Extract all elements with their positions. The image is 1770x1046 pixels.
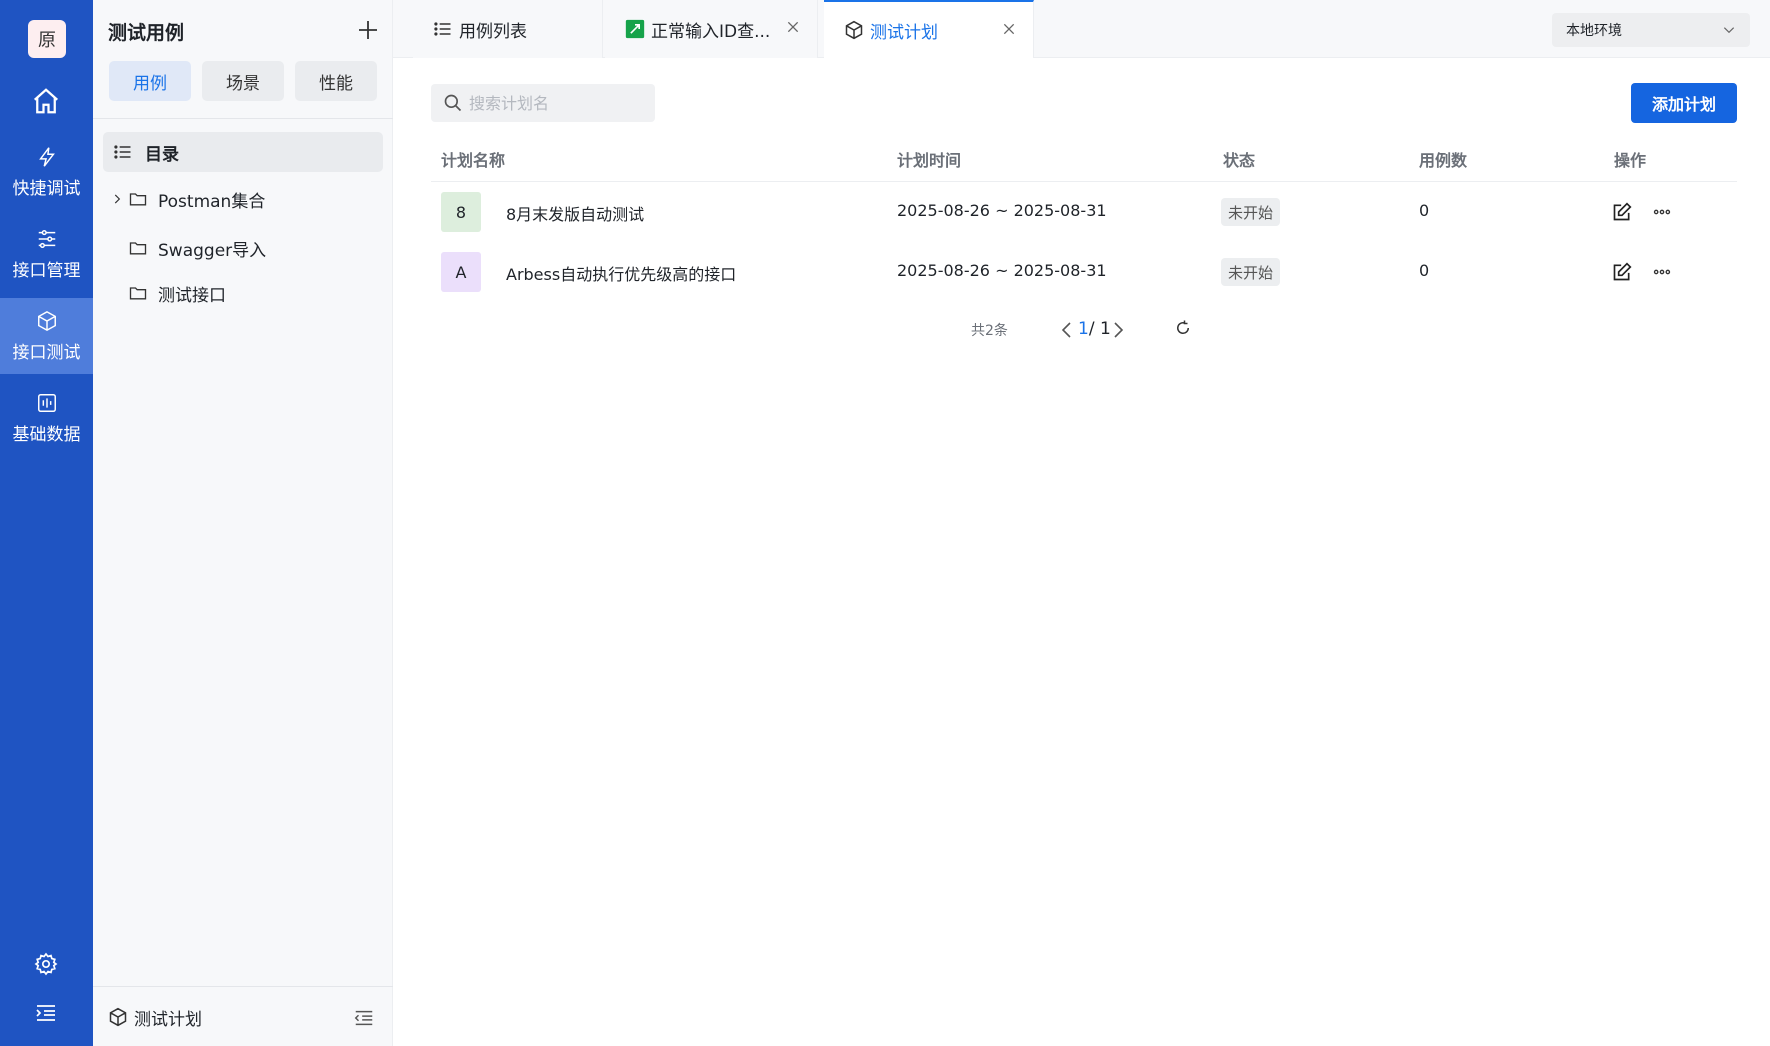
panel-footer-divider <box>93 986 393 987</box>
segment-cases[interactable]: 用例 <box>109 61 191 101</box>
plan-time: 2025-08-26 ~ 2025-08-31 <box>897 261 1107 280</box>
close-icon[interactable] <box>1001 21 1017 37</box>
pagination-total-pages: / 1 <box>1088 319 1111 339</box>
data-icon <box>37 393 56 412</box>
list-icon <box>114 145 131 159</box>
api-icon <box>625 19 645 39</box>
search-box[interactable] <box>431 84 655 122</box>
nav-item-quick-debug[interactable]: 快捷调试 <box>0 134 93 210</box>
nav-item-label: 基础数据 <box>12 424 81 445</box>
search-icon <box>444 94 462 112</box>
list-icon <box>434 22 451 36</box>
column-header-status: 状态 <box>1223 151 1256 170</box>
chevron-right-icon[interactable] <box>1110 320 1126 340</box>
tab-label: 测试计划 <box>870 22 938 43</box>
tree-item-label: 测试接口 <box>158 285 226 306</box>
nav-item-base-data[interactable]: 基础数据 <box>0 380 93 456</box>
table-row[interactable]: A Arbess自动执行优先级高的接口 2025-08-26 ~ 2025-08… <box>431 242 1737 302</box>
tab-case-list[interactable]: 用例列表 <box>413 0 603 58</box>
environment-value: 本地环境 <box>1566 23 1622 39</box>
edit-icon[interactable] <box>1612 262 1632 282</box>
cube-icon <box>109 1007 127 1027</box>
tree-root-label: 目录 <box>145 144 179 165</box>
case-panel: 测试用例 用例 场景 性能 目录 Postman集合 Swagger导入 测试接… <box>93 0 393 1046</box>
close-icon[interactable] <box>785 19 801 35</box>
nav-item-label: 快捷调试 <box>12 178 81 199</box>
case-count: 0 <box>1419 201 1430 220</box>
collapse-panel-icon[interactable] <box>353 1007 375 1029</box>
gear-icon[interactable] <box>34 952 58 976</box>
plan-name[interactable]: Arbess自动执行优先级高的接口 <box>506 261 736 285</box>
nav-item-api-management[interactable]: 接口管理 <box>0 216 93 292</box>
nav-item-label: 接口测试 <box>12 342 81 363</box>
panel-footer-label: 测试计划 <box>134 1009 202 1030</box>
panel-divider <box>93 118 393 119</box>
status-badge: 未开始 <box>1221 258 1281 286</box>
app-logo[interactable]: 原 <box>28 20 66 58</box>
more-icon[interactable] <box>1651 262 1673 282</box>
plan-avatar: A <box>441 252 481 292</box>
plan-avatar: 8 <box>441 192 481 232</box>
search-input[interactable] <box>469 93 649 113</box>
tab-label: 正常输入ID查... <box>651 21 771 42</box>
panel-footer-test-plan[interactable]: 测试计划 <box>108 1004 202 1030</box>
tab-test-plan[interactable]: 测试计划 <box>824 0 1034 58</box>
main-sidebar: 原 快捷调试 接口管理 接口测试 基础数据 <box>0 0 93 1046</box>
column-header-plan-name: 计划名称 <box>441 151 506 170</box>
chevron-right-icon[interactable] <box>110 192 124 206</box>
nav-item-label: 接口管理 <box>12 260 81 281</box>
table-row[interactable]: 8 8月末发版自动测试 2025-08-26 ~ 2025-08-31 未开始 … <box>431 182 1737 242</box>
pagination-current: 1 <box>1078 319 1089 339</box>
tree-root-directory[interactable]: 目录 <box>103 132 383 172</box>
pagination-total: 共2条 <box>971 323 1008 339</box>
chevron-down-icon <box>1723 27 1735 34</box>
sliders-icon <box>38 229 55 248</box>
cube-icon <box>37 310 56 331</box>
segment-performance[interactable]: 性能 <box>295 61 377 101</box>
add-plan-button[interactable]: 添加计划 <box>1631 83 1737 123</box>
menu-expand-icon[interactable] <box>34 1001 58 1025</box>
pagination-pages: 1/ 1 <box>1078 319 1111 339</box>
segment-scenarios[interactable]: 场景 <box>202 61 284 101</box>
folder-icon <box>129 242 147 255</box>
panel-title: 测试用例 <box>108 22 185 44</box>
column-header-plan-time: 计划时间 <box>897 151 962 170</box>
column-header-actions: 操作 <box>1614 151 1647 170</box>
lightning-icon <box>38 146 55 167</box>
folder-icon <box>129 193 147 206</box>
nav-item-api-testing[interactable]: 接口测试 <box>0 298 93 374</box>
tree-item-test-api[interactable]: 测试接口 <box>128 276 226 310</box>
tab-api-case[interactable]: 正常输入ID查... <box>605 0 818 58</box>
app-logo-text: 原 <box>38 30 56 51</box>
tree-item-postman[interactable]: Postman集合 <box>110 182 265 216</box>
tree-item-label: Swagger导入 <box>158 240 267 261</box>
home-icon[interactable] <box>31 86 61 116</box>
folder-icon <box>129 287 147 300</box>
plan-name[interactable]: 8月末发版自动测试 <box>506 201 644 225</box>
more-icon[interactable] <box>1651 202 1673 222</box>
refresh-icon[interactable] <box>1174 319 1192 337</box>
add-icon[interactable] <box>356 18 380 42</box>
cube-icon <box>845 20 863 40</box>
chevron-left-icon[interactable] <box>1059 320 1075 340</box>
tab-label: 用例列表 <box>459 21 527 42</box>
environment-select[interactable]: 本地环境 <box>1552 13 1750 47</box>
status-badge: 未开始 <box>1221 198 1281 226</box>
tree-item-swagger[interactable]: Swagger导入 <box>128 231 266 265</box>
plan-time: 2025-08-26 ~ 2025-08-31 <box>897 201 1107 220</box>
column-header-case-count: 用例数 <box>1419 151 1468 170</box>
tree-item-label: Postman集合 <box>158 191 266 212</box>
case-count: 0 <box>1419 261 1430 280</box>
edit-icon[interactable] <box>1612 202 1632 222</box>
